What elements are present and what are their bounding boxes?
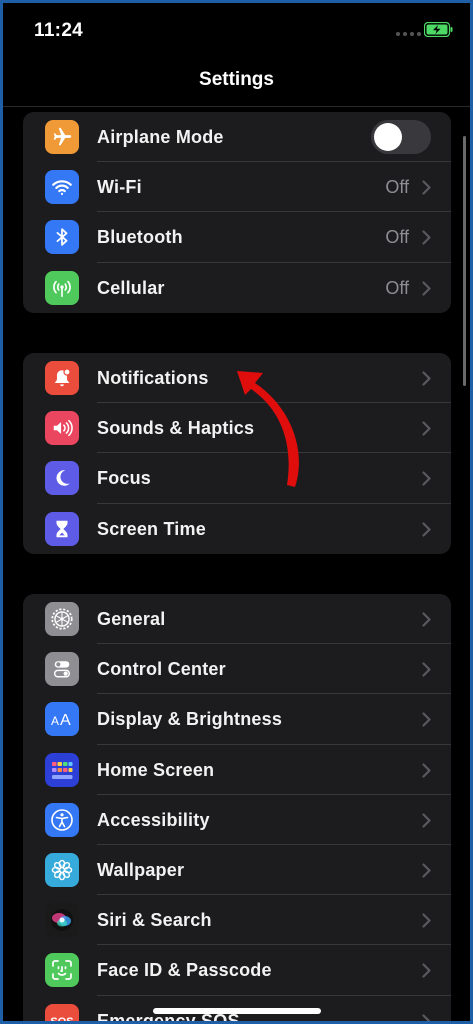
hourglass-icon [45, 511, 79, 546]
battery-charging-icon [424, 22, 453, 37]
svg-text:SOS: SOS [50, 1016, 73, 1022]
row-label: Screen Time [97, 518, 206, 539]
chevron-right-icon [422, 712, 431, 727]
chevron-right-icon [422, 371, 431, 386]
chevron-right-icon [422, 180, 431, 195]
text-size-icon: AA [45, 702, 79, 737]
wifi-icon [45, 170, 79, 205]
home-grid-icon [45, 752, 79, 787]
connectivity-group: Airplane Mode Wi-Fi Off Bluetooth Off Ce… [23, 112, 451, 313]
row-wallpaper[interactable]: Wallpaper [23, 845, 451, 896]
row-value: Off [385, 277, 409, 298]
row-label: Cellular [97, 277, 165, 298]
row-face-id-passcode[interactable]: Face ID & Passcode [23, 945, 451, 996]
row-label: General [97, 609, 166, 629]
cellular-icon [45, 270, 79, 305]
signal-icon [396, 32, 421, 36]
moon-icon [45, 461, 79, 496]
svg-text:A: A [60, 712, 71, 729]
row-label: Wallpaper [97, 859, 185, 880]
status-bar: 11:24 [3, 3, 470, 63]
chevron-right-icon [422, 762, 431, 778]
row-label: Notifications [97, 368, 209, 388]
row-label: Face ID & Passcode [97, 960, 272, 981]
row-label: Display & Brightness [97, 709, 283, 730]
chevron-right-icon [422, 521, 431, 537]
airplane-icon [45, 120, 79, 154]
scrollbar[interactable] [463, 136, 466, 386]
row-label: Sounds & Haptics [97, 418, 255, 439]
general-group: General Control Center AA Display & Brig… [23, 594, 451, 1021]
face-id-icon [45, 953, 79, 988]
row-label: Focus [97, 468, 152, 489]
red-arrow-annotation [237, 371, 299, 487]
chevron-right-icon [422, 813, 431, 828]
chevron-right-icon [422, 863, 431, 878]
chevron-right-icon [422, 230, 431, 245]
row-label: Control Center [97, 659, 226, 680]
row-wifi[interactable]: Wi-Fi Off [23, 162, 451, 213]
row-cellular[interactable]: Cellular Off [23, 263, 451, 313]
speaker-icon [45, 411, 79, 446]
row-general[interactable]: General [23, 594, 451, 645]
row-airplane-mode[interactable]: Airplane Mode [23, 112, 451, 163]
row-accessibility[interactable]: Accessibility [23, 795, 451, 845]
row-bluetooth[interactable]: Bluetooth Off [23, 212, 451, 263]
nav-divider [3, 106, 470, 107]
accessibility-icon [45, 802, 79, 837]
svg-text:A: A [51, 714, 59, 728]
chevron-right-icon [422, 612, 431, 627]
row-screen-time[interactable]: Screen Time [23, 504, 451, 554]
settings-screen: 11:24 Settings Airplane Mode Wi-Fi Off B… [3, 3, 470, 1021]
airplane-mode-toggle[interactable] [371, 120, 431, 154]
chevron-right-icon [422, 471, 431, 486]
row-label: Airplane Mode [97, 127, 224, 147]
flower-icon [45, 852, 79, 887]
row-value: Off [385, 227, 409, 248]
row-siri-search[interactable]: Siri & Search [23, 895, 451, 946]
row-label: Siri & Search [97, 910, 212, 931]
gear-icon [45, 602, 79, 636]
row-control-center[interactable]: Control Center [23, 644, 451, 695]
row-label: Home Screen [97, 759, 215, 780]
status-time: 11:24 [34, 20, 84, 41]
chevron-right-icon [422, 963, 431, 978]
sos-icon: SOS [45, 1003, 79, 1022]
switches-icon [45, 652, 79, 687]
siri-icon [45, 903, 79, 938]
bluetooth-icon [45, 220, 79, 255]
chevron-right-icon [422, 913, 431, 928]
row-home-screen[interactable]: Home Screen [23, 745, 451, 795]
notifications-icon [45, 361, 79, 395]
row-label: Accessibility [97, 809, 210, 830]
chevron-right-icon [422, 662, 431, 677]
row-display-brightness[interactable]: AA Display & Brightness [23, 694, 451, 745]
chevron-right-icon [422, 421, 431, 436]
home-indicator[interactable] [153, 1008, 321, 1014]
row-label: Bluetooth [97, 227, 183, 248]
row-label: Wi-Fi [97, 177, 142, 198]
chevron-right-icon [422, 1013, 431, 1021]
chevron-right-icon [422, 280, 431, 296]
page-title: Settings [199, 69, 274, 90]
row-value: Off [385, 177, 409, 198]
